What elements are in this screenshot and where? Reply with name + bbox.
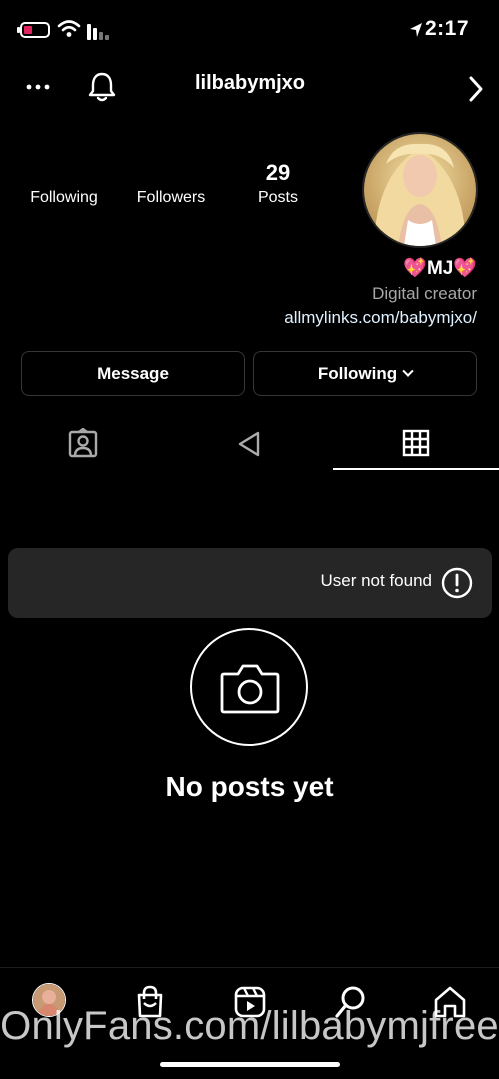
- watermark-text: OnlyFans.com/lilbabymjfree: [0, 1004, 499, 1048]
- grid-icon: [402, 429, 430, 457]
- user-not-found-toast: User not found: [8, 548, 492, 618]
- posts-count: 29: [265, 160, 291, 185]
- bell-icon[interactable]: [86, 70, 118, 104]
- empty-state-title: No posts yet: [165, 771, 334, 802]
- posts-label: Posts: [257, 189, 298, 206]
- location-arrow-icon: [410, 23, 422, 37]
- tab-posts-grid[interactable]: [333, 418, 499, 470]
- battery-icon: [17, 22, 50, 38]
- following-button-label: Following: [317, 363, 398, 383]
- stat-posts[interactable]: 29 Posts: [248, 160, 308, 207]
- following-button[interactable]: Following: [253, 351, 477, 396]
- status-time: 2:17: [424, 17, 469, 40]
- chevron-down-icon: [402, 365, 414, 377]
- bio-category: Digital creator: [372, 284, 477, 303]
- alert-icon: [441, 567, 473, 599]
- toast-message: User not found: [320, 571, 432, 590]
- chevron-right-icon[interactable]: [466, 72, 486, 106]
- following-count: [18, 160, 110, 186]
- more-icon[interactable]: [24, 70, 52, 104]
- stat-followers[interactable]: Followers: [126, 160, 216, 207]
- bio-link[interactable]: allmylinks.com/babymjxo/: [284, 308, 477, 328]
- message-button[interactable]: Message: [21, 351, 245, 396]
- message-button-label: Message: [97, 363, 169, 383]
- tab-reels[interactable]: [166, 418, 332, 470]
- home-indicator[interactable]: [160, 1062, 340, 1067]
- status-bar: 2:17: [0, 0, 499, 62]
- followers-label: Followers: [136, 189, 206, 206]
- profile-avatar[interactable]: [362, 132, 478, 248]
- stat-following[interactable]: Following: [18, 160, 110, 207]
- following-label: Following: [30, 189, 98, 206]
- signal-icon: [87, 24, 109, 40]
- followers-count: [126, 160, 216, 186]
- tab-tagged[interactable]: [0, 418, 166, 470]
- profile-username: lilbabymjxo: [194, 72, 306, 94]
- camera-icon: [220, 664, 280, 714]
- tagged-person-icon: [68, 428, 98, 458]
- play-triangle-icon: [238, 431, 260, 457]
- bio-name: 💖MJ💖: [403, 258, 477, 279]
- wifi-icon: [57, 20, 81, 37]
